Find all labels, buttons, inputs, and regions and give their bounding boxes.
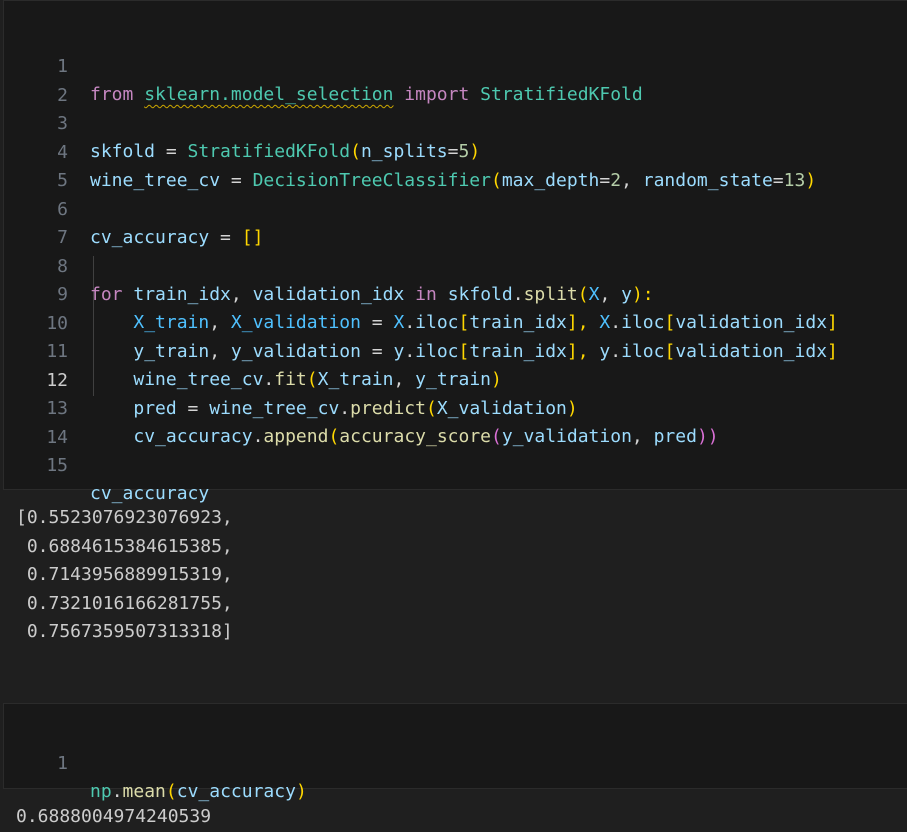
class-name: StratifiedKFold: [480, 84, 643, 105]
code-line[interactable]: 10 y_train, y_validation = y.iloc[train_…: [4, 282, 838, 362]
code-line[interactable]: 8 for train_idx, validation_idx in skfol…: [4, 225, 654, 305]
code-line[interactable]: 2: [4, 54, 68, 106]
module-name: sklearn.model_selection: [144, 84, 394, 105]
code-line[interactable]: 13 cv_accuracy.append(accuracy_score(y_v…: [4, 367, 718, 447]
code-cell-2[interactable]: 1 np.mean(cv_accuracy): [3, 703, 907, 802]
cell-2-output: 0.6888004974240539: [16, 806, 212, 827]
line-number: 15: [46, 455, 68, 476]
code-line[interactable]: 4 wine_tree_cv = DecisionTreeClassifier(…: [4, 111, 816, 191]
code-line[interactable]: 3 skfold = StratifiedKFold(n_splits=5): [4, 82, 480, 162]
code-cell-1[interactable]: 1 from sklearn.model_selection import St…: [3, 0, 907, 504]
code-line[interactable]: 12 pred = wine_tree_cv.predict(X_validat…: [4, 339, 577, 419]
code-line[interactable]: 7: [4, 196, 68, 248]
keyword: import: [404, 84, 470, 105]
line-number: 1: [57, 753, 68, 774]
cell-1-output: [0.5523076923076923, 0.6884615384615385,…: [16, 507, 233, 642]
code-line[interactable]: 14: [4, 396, 68, 448]
code-line[interactable]: 1 from sklearn.model_selection import St…: [4, 25, 643, 105]
code-line[interactable]: 6 cv_accuracy = []: [4, 168, 263, 248]
code-line[interactable]: 9 X_train, X_validation = X.iloc[train_i…: [4, 253, 838, 333]
code-line[interactable]: 15 cv_accuracy: [4, 424, 209, 504]
code-line[interactable]: 5: [4, 139, 68, 191]
code-line[interactable]: 1 np.mean(cv_accuracy): [4, 722, 307, 802]
code-line[interactable]: 11 wine_tree_cv.fit(X_train, y_train): [4, 310, 502, 390]
keyword: from: [90, 84, 134, 105]
